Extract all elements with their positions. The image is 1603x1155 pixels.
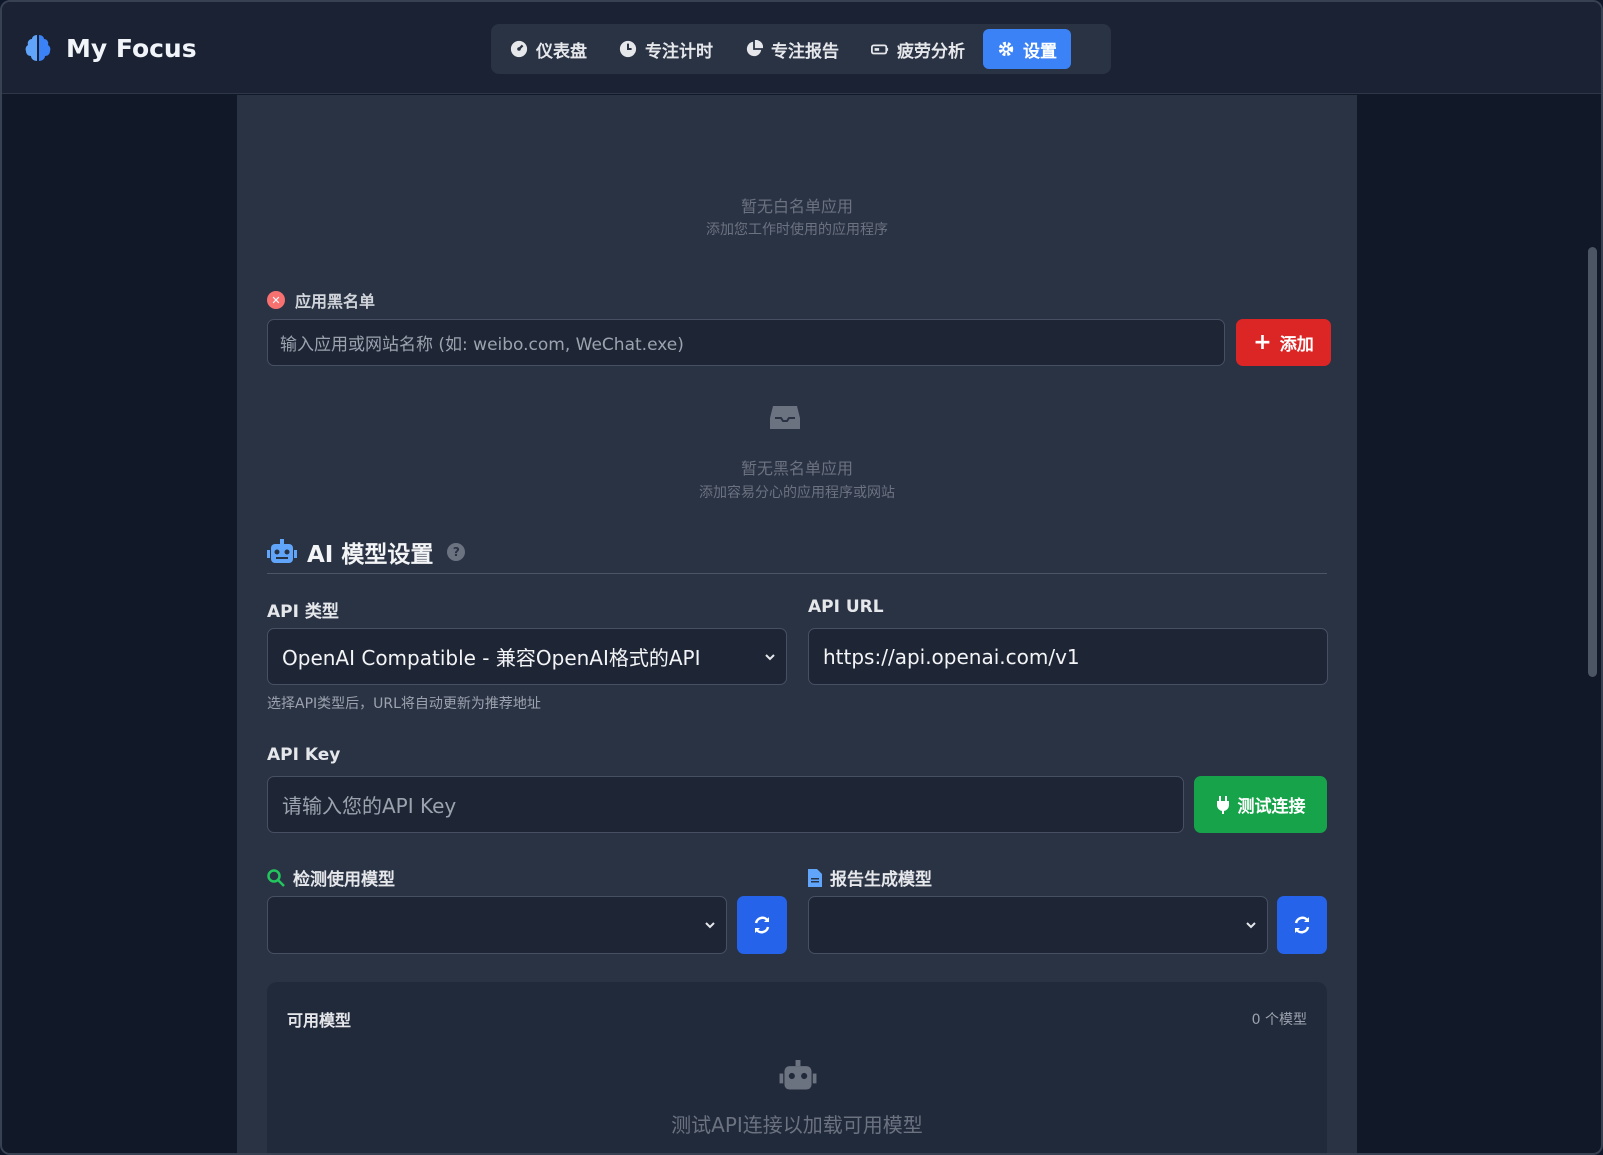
brain-logo-icon <box>25 35 51 61</box>
vertical-scrollbar[interactable] <box>1588 247 1597 677</box>
nav-tab-focus-report[interactable]: 专注报告 <box>731 29 853 69</box>
chevron-down-icon <box>1246 922 1256 929</box>
ai-section-title: AI 模型设置 ? <box>267 535 466 569</box>
app-list-card: 暂无白名单应用 添加您工作时使用的应用程序 ✕ 应用黑名单 输入应用或网站名称 … <box>237 95 1357 552</box>
test-connection-button[interactable]: 测试连接 <box>1194 776 1327 833</box>
refresh-icon <box>1294 916 1310 934</box>
detect-model-select[interactable] <box>267 896 727 954</box>
plug-icon <box>1216 795 1229 814</box>
detect-model-label: 检测使用模型 <box>267 865 395 890</box>
settings-content: 暂无白名单应用 添加您工作时使用的应用程序 ✕ 应用黑名单 输入应用或网站名称 … <box>2 95 1592 1153</box>
refresh-detect-models-button[interactable] <box>737 896 787 954</box>
available-models-count: 0 个模型 <box>1251 1012 1307 1028</box>
chevron-down-icon <box>705 922 715 929</box>
api-type-select[interactable]: OpenAI Compatible - 兼容OpenAI格式的API <box>267 628 787 685</box>
nav-label: 设置 <box>1023 41 1057 62</box>
nav-label: 仪表盘 <box>536 41 587 62</box>
app-title: My Focus <box>66 33 197 63</box>
section-divider <box>267 573 1327 574</box>
report-model-select[interactable] <box>808 896 1268 954</box>
nav-tab-fatigue-analysis[interactable]: 疲劳分析 <box>857 29 979 69</box>
app-window: My Focus 仪表盘 专注计时 专注报告 疲劳分析 设置 暂无白名单应用 添… <box>0 0 1603 1155</box>
available-models-empty-text: 测试API连接以加载可用模型 <box>671 1113 923 1137</box>
gauge-icon <box>510 40 528 58</box>
document-icon <box>808 868 822 887</box>
pie-chart-icon <box>746 40 763 57</box>
nav-label: 疲劳分析 <box>897 41 965 62</box>
nav-tab-dashboard[interactable]: 仪表盘 <box>496 29 601 69</box>
nav-tab-focus-timer[interactable]: 专注计时 <box>605 29 727 69</box>
api-type-hint: 选择API类型后，URL将自动更新为推荐地址 <box>267 696 541 712</box>
api-url-input[interactable]: https://api.openai.com/v1 <box>808 628 1328 685</box>
refresh-icon <box>754 916 770 934</box>
ai-settings-card: AI 模型设置 ? API 类型 OpenAI Compatible - 兼容O… <box>237 500 1357 1153</box>
help-icon[interactable]: ? <box>447 543 466 561</box>
nav-label: 专注报告 <box>771 41 839 62</box>
brand[interactable]: My Focus <box>22 32 197 64</box>
blacklist-empty-title: 暂无黑名单应用 <box>740 459 853 478</box>
app-header: My Focus 仪表盘 专注计时 专注报告 疲劳分析 设置 <box>2 2 1601 94</box>
available-models-title: 可用模型 <box>287 1011 352 1030</box>
whitelist-empty-subtitle: 添加您工作时使用的应用程序 <box>706 222 888 238</box>
robot-placeholder-icon <box>779 1060 817 1090</box>
gear-icon <box>998 41 1014 57</box>
nav-label: 专注计时 <box>645 41 713 62</box>
api-key-input[interactable]: 请输入您的API Key <box>267 776 1184 833</box>
inbox-icon <box>770 406 800 429</box>
close-circle-icon: ✕ <box>267 291 285 309</box>
api-url-label: API URL <box>808 597 884 617</box>
clock-icon <box>619 40 637 58</box>
api-type-label: API 类型 <box>267 602 339 622</box>
main-nav: 仪表盘 专注计时 专注报告 疲劳分析 设置 <box>491 24 1111 74</box>
blacklist-input[interactable]: 输入应用或网站名称 (如: weibo.com, WeChat.exe) <box>267 319 1225 366</box>
report-model-label: 报告生成模型 <box>808 865 932 890</box>
whitelist-empty-title: 暂无白名单应用 <box>740 197 853 216</box>
search-icon <box>267 868 285 887</box>
robot-icon <box>267 539 297 563</box>
refresh-report-models-button[interactable] <box>1277 896 1327 954</box>
available-models-panel: 可用模型 0 个模型 测试API连接以加载可用模型 <box>267 982 1327 1153</box>
nav-tab-settings[interactable]: 设置 <box>983 29 1071 69</box>
battery-icon <box>871 44 889 55</box>
blacklist-empty-subtitle: 添加容易分心的应用程序或网站 <box>699 485 895 501</box>
add-blacklist-button[interactable]: + 添加 <box>1236 319 1331 366</box>
plus-icon: + <box>1253 329 1272 355</box>
blacklist-label: ✕ 应用黑名单 <box>267 288 375 312</box>
api-key-label: API Key <box>267 745 341 765</box>
chevron-down-icon <box>765 653 775 660</box>
